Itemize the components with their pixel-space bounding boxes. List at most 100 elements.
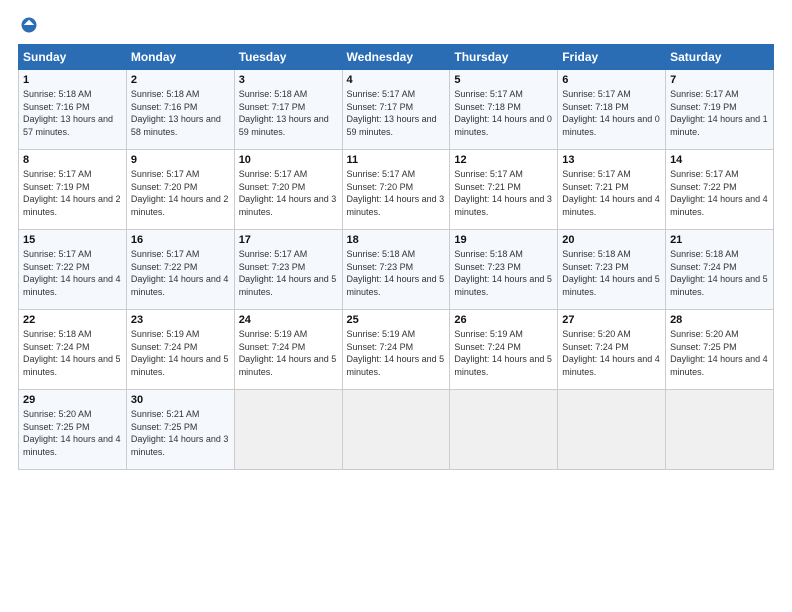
day-number: 7 <box>670 74 769 86</box>
calendar-cell <box>342 390 450 470</box>
day-header-monday: Monday <box>126 45 234 70</box>
day-info: Sunrise: 5:18 AM Sunset: 7:24 PM Dayligh… <box>670 248 769 298</box>
logo <box>18 16 40 34</box>
day-header-thursday: Thursday <box>450 45 558 70</box>
day-number: 5 <box>454 74 553 86</box>
day-header-sunday: Sunday <box>19 45 127 70</box>
day-number: 10 <box>239 154 338 166</box>
day-info: Sunrise: 5:17 AM Sunset: 7:20 PM Dayligh… <box>131 168 230 218</box>
calendar-cell: 6 Sunrise: 5:17 AM Sunset: 7:18 PM Dayli… <box>558 70 666 150</box>
day-number: 17 <box>239 234 338 246</box>
day-info: Sunrise: 5:18 AM Sunset: 7:17 PM Dayligh… <box>239 88 338 138</box>
day-number: 30 <box>131 394 230 406</box>
day-info: Sunrise: 5:18 AM Sunset: 7:23 PM Dayligh… <box>347 248 446 298</box>
calendar-week-5: 29 Sunrise: 5:20 AM Sunset: 7:25 PM Dayl… <box>19 390 774 470</box>
calendar-cell: 3 Sunrise: 5:18 AM Sunset: 7:17 PM Dayli… <box>234 70 342 150</box>
day-number: 14 <box>670 154 769 166</box>
calendar-cell: 17 Sunrise: 5:17 AM Sunset: 7:23 PM Dayl… <box>234 230 342 310</box>
calendar-week-1: 1 Sunrise: 5:18 AM Sunset: 7:16 PM Dayli… <box>19 70 774 150</box>
calendar-cell <box>450 390 558 470</box>
day-number: 19 <box>454 234 553 246</box>
day-number: 18 <box>347 234 446 246</box>
day-info: Sunrise: 5:18 AM Sunset: 7:16 PM Dayligh… <box>23 88 122 138</box>
day-info: Sunrise: 5:17 AM Sunset: 7:21 PM Dayligh… <box>454 168 553 218</box>
day-info: Sunrise: 5:17 AM Sunset: 7:22 PM Dayligh… <box>131 248 230 298</box>
calendar-cell: 26 Sunrise: 5:19 AM Sunset: 7:24 PM Dayl… <box>450 310 558 390</box>
day-number: 22 <box>23 314 122 326</box>
day-info: Sunrise: 5:21 AM Sunset: 7:25 PM Dayligh… <box>131 408 230 458</box>
day-number: 27 <box>562 314 661 326</box>
day-info: Sunrise: 5:17 AM Sunset: 7:18 PM Dayligh… <box>454 88 553 138</box>
calendar-cell <box>234 390 342 470</box>
day-info: Sunrise: 5:20 AM Sunset: 7:25 PM Dayligh… <box>670 328 769 378</box>
day-info: Sunrise: 5:17 AM Sunset: 7:20 PM Dayligh… <box>347 168 446 218</box>
day-header-tuesday: Tuesday <box>234 45 342 70</box>
calendar-cell: 29 Sunrise: 5:20 AM Sunset: 7:25 PM Dayl… <box>19 390 127 470</box>
day-header-friday: Friday <box>558 45 666 70</box>
day-number: 24 <box>239 314 338 326</box>
day-info: Sunrise: 5:17 AM Sunset: 7:21 PM Dayligh… <box>562 168 661 218</box>
calendar-header-row: SundayMondayTuesdayWednesdayThursdayFrid… <box>19 45 774 70</box>
day-info: Sunrise: 5:19 AM Sunset: 7:24 PM Dayligh… <box>239 328 338 378</box>
calendar-cell: 28 Sunrise: 5:20 AM Sunset: 7:25 PM Dayl… <box>666 310 774 390</box>
calendar-cell: 18 Sunrise: 5:18 AM Sunset: 7:23 PM Dayl… <box>342 230 450 310</box>
day-info: Sunrise: 5:18 AM Sunset: 7:16 PM Dayligh… <box>131 88 230 138</box>
calendar-cell: 2 Sunrise: 5:18 AM Sunset: 7:16 PM Dayli… <box>126 70 234 150</box>
day-info: Sunrise: 5:19 AM Sunset: 7:24 PM Dayligh… <box>454 328 553 378</box>
calendar-cell: 16 Sunrise: 5:17 AM Sunset: 7:22 PM Dayl… <box>126 230 234 310</box>
day-number: 3 <box>239 74 338 86</box>
day-number: 21 <box>670 234 769 246</box>
calendar-cell: 10 Sunrise: 5:17 AM Sunset: 7:20 PM Dayl… <box>234 150 342 230</box>
day-number: 6 <box>562 74 661 86</box>
day-number: 4 <box>347 74 446 86</box>
logo-icon <box>20 16 38 34</box>
day-number: 12 <box>454 154 553 166</box>
day-info: Sunrise: 5:18 AM Sunset: 7:23 PM Dayligh… <box>454 248 553 298</box>
day-info: Sunrise: 5:19 AM Sunset: 7:24 PM Dayligh… <box>131 328 230 378</box>
calendar-cell: 24 Sunrise: 5:19 AM Sunset: 7:24 PM Dayl… <box>234 310 342 390</box>
calendar-cell <box>558 390 666 470</box>
day-info: Sunrise: 5:20 AM Sunset: 7:24 PM Dayligh… <box>562 328 661 378</box>
day-info: Sunrise: 5:17 AM Sunset: 7:22 PM Dayligh… <box>670 168 769 218</box>
day-info: Sunrise: 5:17 AM Sunset: 7:19 PM Dayligh… <box>670 88 769 138</box>
calendar-cell: 12 Sunrise: 5:17 AM Sunset: 7:21 PM Dayl… <box>450 150 558 230</box>
day-number: 1 <box>23 74 122 86</box>
day-info: Sunrise: 5:19 AM Sunset: 7:24 PM Dayligh… <box>347 328 446 378</box>
day-number: 29 <box>23 394 122 406</box>
calendar-cell: 8 Sunrise: 5:17 AM Sunset: 7:19 PM Dayli… <box>19 150 127 230</box>
day-number: 25 <box>347 314 446 326</box>
day-number: 28 <box>670 314 769 326</box>
day-info: Sunrise: 5:20 AM Sunset: 7:25 PM Dayligh… <box>23 408 122 458</box>
calendar-cell <box>666 390 774 470</box>
calendar-cell: 22 Sunrise: 5:18 AM Sunset: 7:24 PM Dayl… <box>19 310 127 390</box>
calendar-week-3: 15 Sunrise: 5:17 AM Sunset: 7:22 PM Dayl… <box>19 230 774 310</box>
day-number: 23 <box>131 314 230 326</box>
calendar-cell: 20 Sunrise: 5:18 AM Sunset: 7:23 PM Dayl… <box>558 230 666 310</box>
day-number: 20 <box>562 234 661 246</box>
day-info: Sunrise: 5:18 AM Sunset: 7:24 PM Dayligh… <box>23 328 122 378</box>
day-number: 11 <box>347 154 446 166</box>
calendar-cell: 23 Sunrise: 5:19 AM Sunset: 7:24 PM Dayl… <box>126 310 234 390</box>
day-info: Sunrise: 5:18 AM Sunset: 7:23 PM Dayligh… <box>562 248 661 298</box>
day-number: 9 <box>131 154 230 166</box>
calendar-cell: 19 Sunrise: 5:18 AM Sunset: 7:23 PM Dayl… <box>450 230 558 310</box>
calendar-cell: 11 Sunrise: 5:17 AM Sunset: 7:20 PM Dayl… <box>342 150 450 230</box>
calendar-cell: 21 Sunrise: 5:18 AM Sunset: 7:24 PM Dayl… <box>666 230 774 310</box>
day-header-saturday: Saturday <box>666 45 774 70</box>
day-info: Sunrise: 5:17 AM Sunset: 7:22 PM Dayligh… <box>23 248 122 298</box>
calendar-cell: 13 Sunrise: 5:17 AM Sunset: 7:21 PM Dayl… <box>558 150 666 230</box>
calendar-cell: 4 Sunrise: 5:17 AM Sunset: 7:17 PM Dayli… <box>342 70 450 150</box>
day-number: 15 <box>23 234 122 246</box>
day-info: Sunrise: 5:17 AM Sunset: 7:18 PM Dayligh… <box>562 88 661 138</box>
header <box>18 16 774 34</box>
calendar-table: SundayMondayTuesdayWednesdayThursdayFrid… <box>18 44 774 470</box>
calendar-cell: 30 Sunrise: 5:21 AM Sunset: 7:25 PM Dayl… <box>126 390 234 470</box>
day-info: Sunrise: 5:17 AM Sunset: 7:19 PM Dayligh… <box>23 168 122 218</box>
day-info: Sunrise: 5:17 AM Sunset: 7:20 PM Dayligh… <box>239 168 338 218</box>
day-number: 13 <box>562 154 661 166</box>
calendar-cell: 15 Sunrise: 5:17 AM Sunset: 7:22 PM Dayl… <box>19 230 127 310</box>
day-info: Sunrise: 5:17 AM Sunset: 7:17 PM Dayligh… <box>347 88 446 138</box>
calendar-cell: 9 Sunrise: 5:17 AM Sunset: 7:20 PM Dayli… <box>126 150 234 230</box>
logo-text <box>18 16 40 34</box>
calendar-cell: 27 Sunrise: 5:20 AM Sunset: 7:24 PM Dayl… <box>558 310 666 390</box>
